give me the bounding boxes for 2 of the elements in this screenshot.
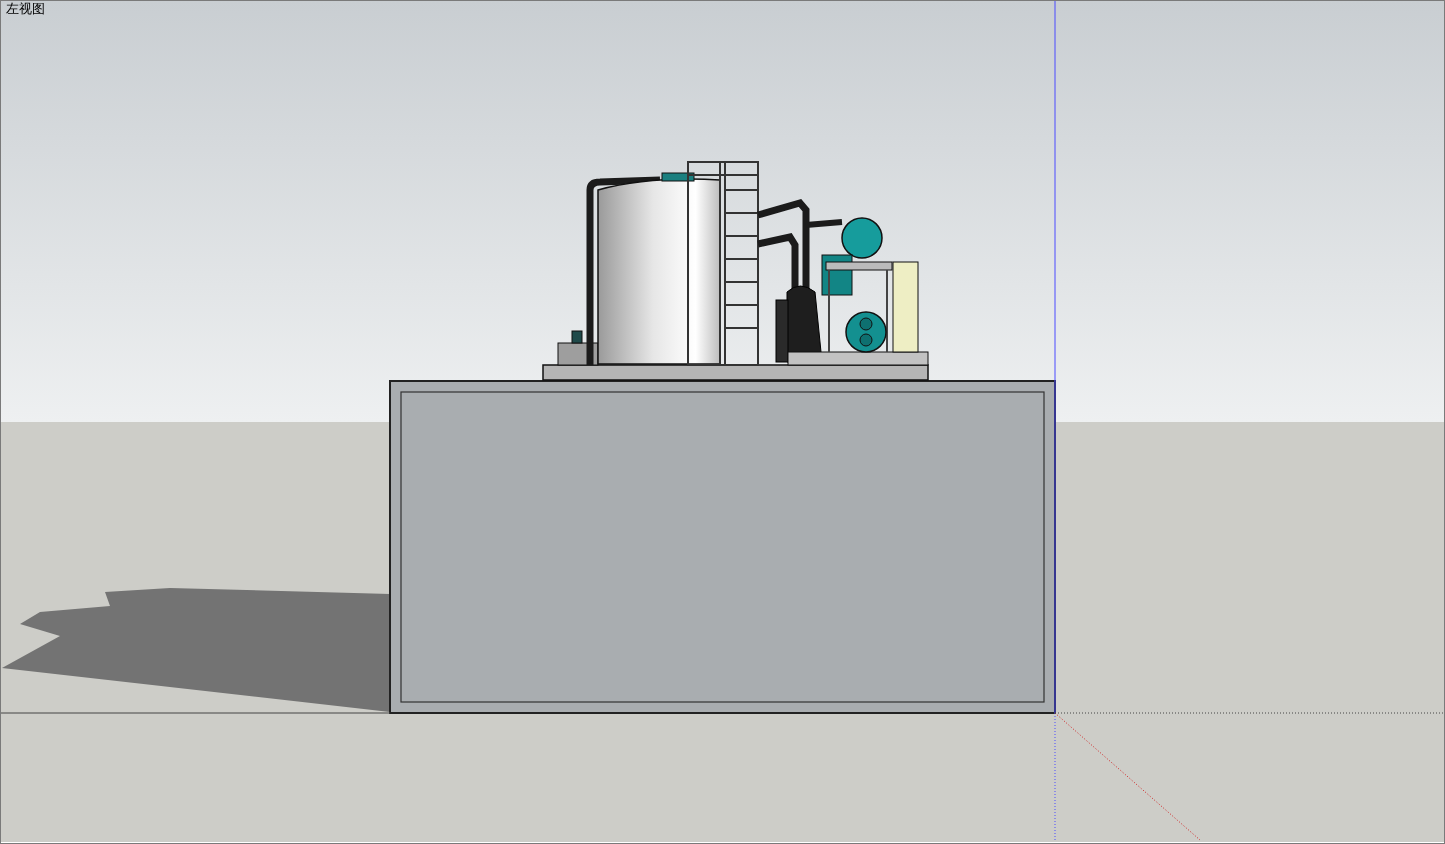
3d-viewport[interactable]: 左视图: [0, 0, 1445, 844]
view-label: 左视图: [6, 1, 45, 17]
